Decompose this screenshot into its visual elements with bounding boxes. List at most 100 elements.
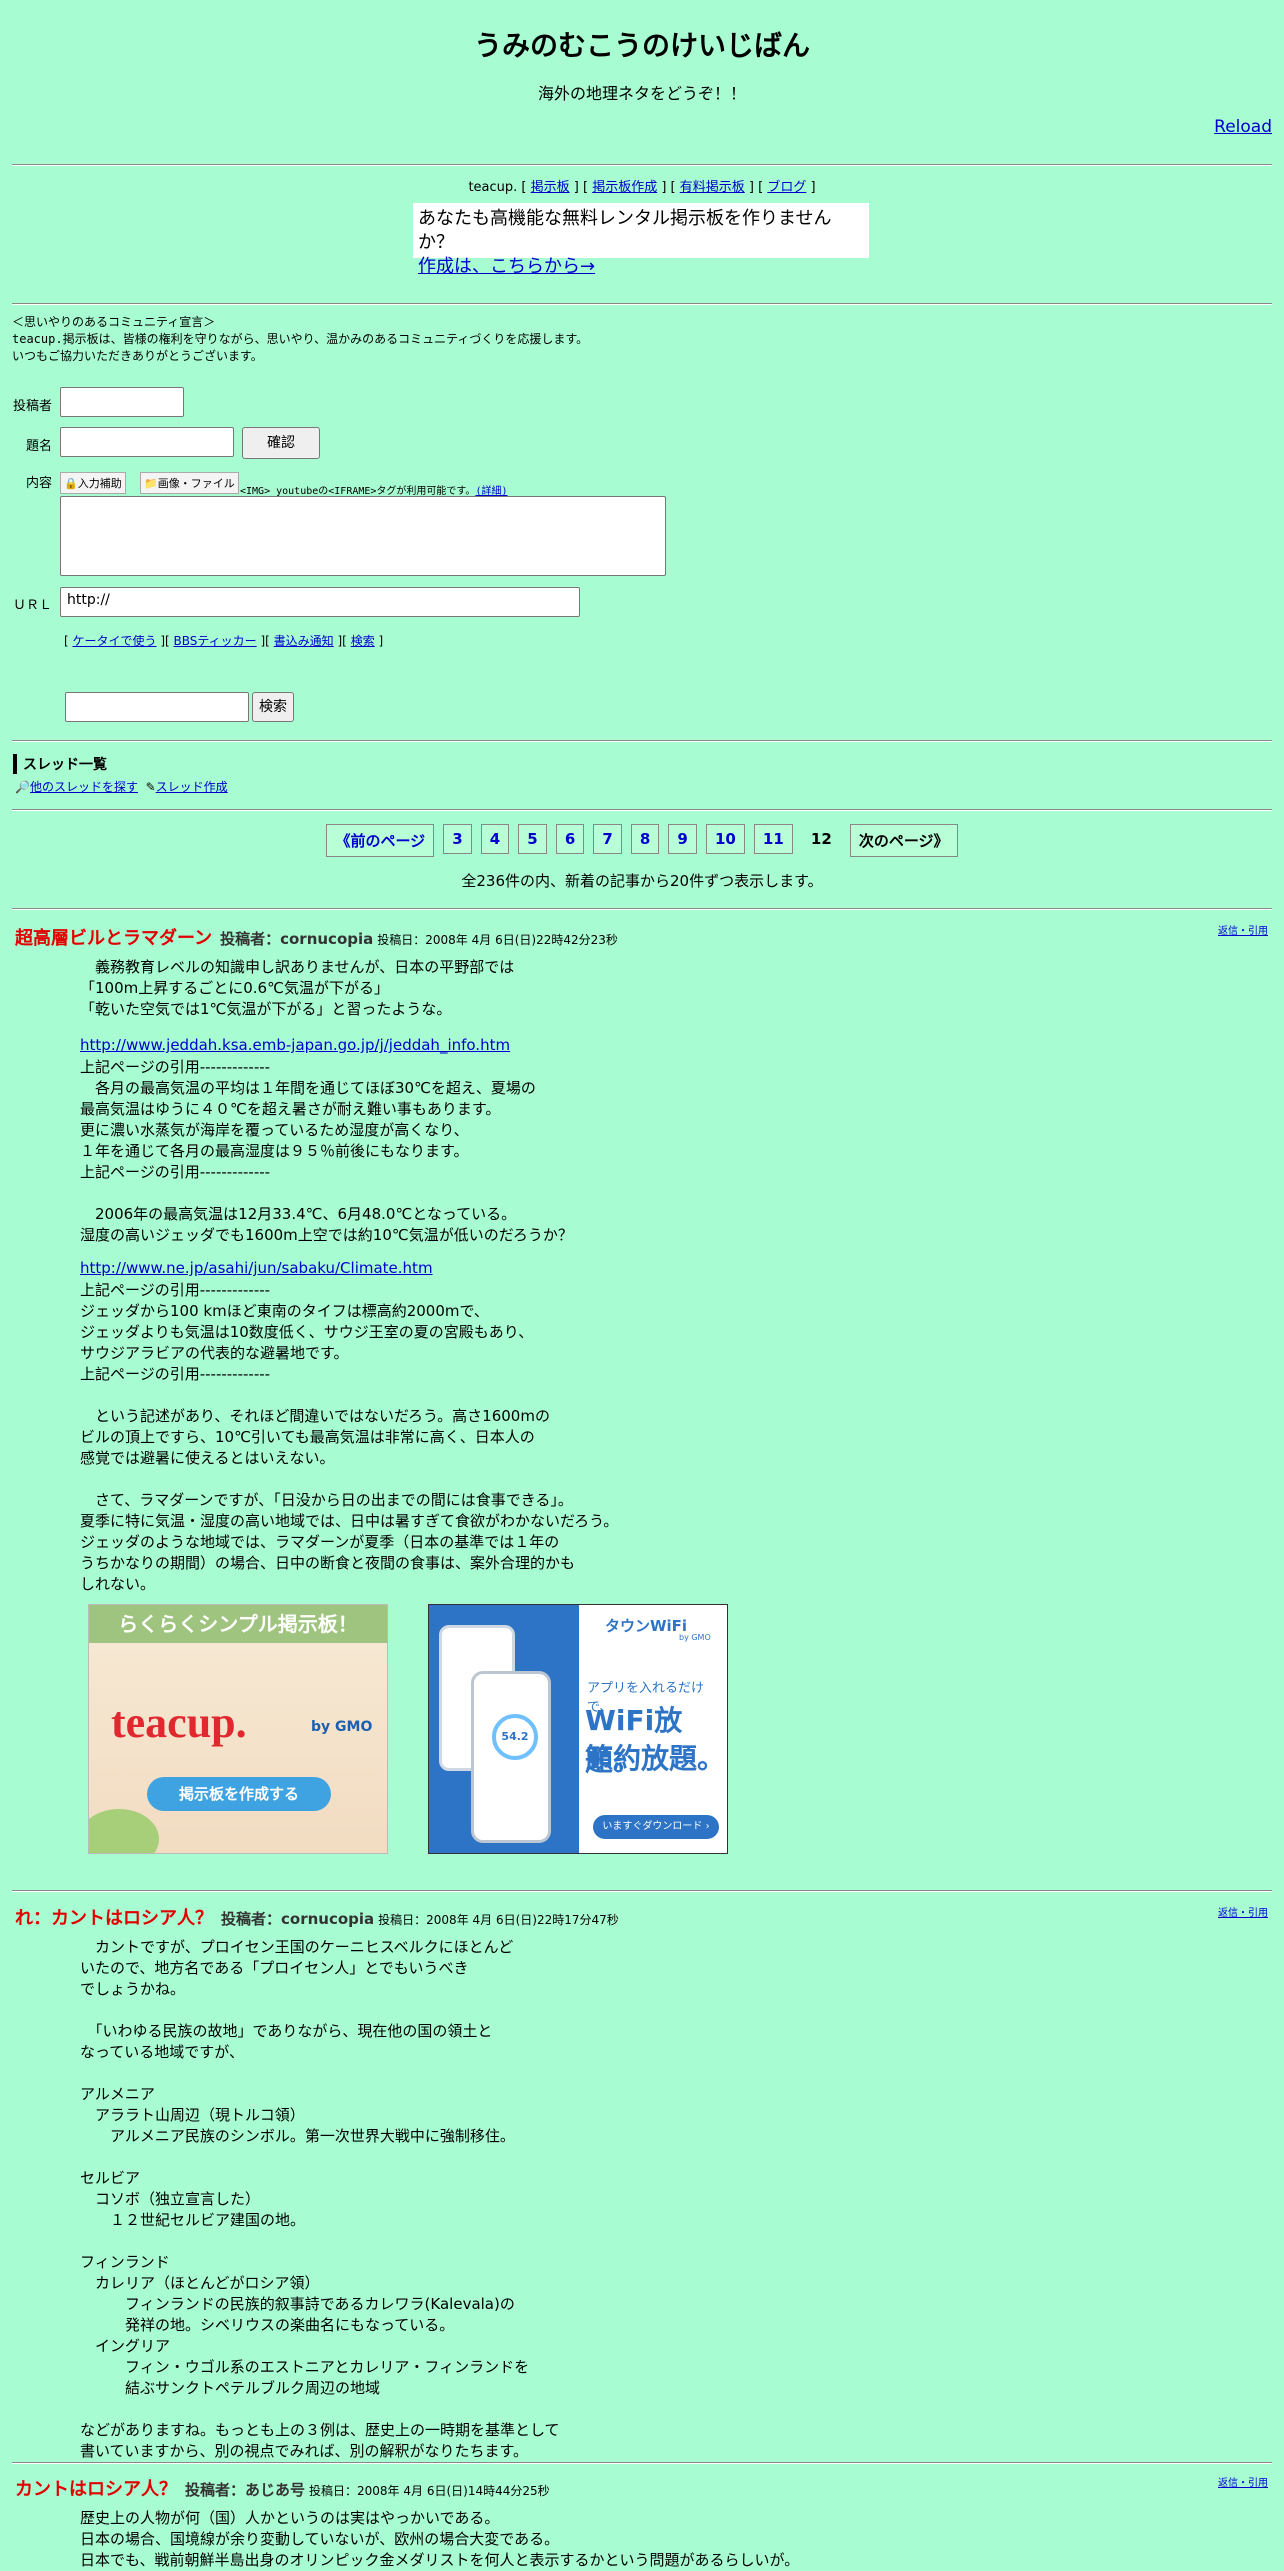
notify-link[interactable]: 書込み通知 — [274, 634, 334, 648]
ad-banner-title: らくらくシンプル掲示板！ — [89, 1605, 387, 1643]
post-date: 投稿日：2008年 4月 6日(日)22時42分23秒 — [377, 933, 618, 947]
wifi-screen-gauge: 54.2 — [492, 1714, 538, 1760]
search-button[interactable]: 検索 — [252, 692, 294, 722]
magnifier-icon: 🔎 — [15, 780, 30, 794]
top-nav-blog[interactable]: ブログ — [767, 180, 806, 195]
board-subtitle: 海外の地理ネタをどうぞ！！ — [537, 84, 746, 103]
phone-image-front: 54.2 — [471, 1671, 551, 1843]
post-author: 投稿者：cornucopia — [220, 930, 374, 948]
find-thread-link[interactable]: 他のスレッドを探す — [30, 780, 138, 794]
lock-icon: 🔒 — [64, 477, 78, 490]
page-button[interactable]: 10 — [705, 824, 745, 854]
wifi-line3: 節約放題。 — [585, 1742, 726, 1775]
prev-page-button[interactable]: 《前のページ — [326, 824, 435, 857]
ad-create-board-button: 掲示板を作成する — [147, 1777, 331, 1811]
promo-box: あなたも高機能な無料レンタル掲示板を作りませんか？ 作成は、こちらから→ — [413, 203, 869, 277]
divider — [12, 164, 1272, 166]
declaration-body: teacup.掲示板は、皆様の権利を守りながら、思いやり、温かみのあるコミュニテ… — [12, 332, 589, 346]
top-nav-paid-board[interactable]: 有料掲示板 — [680, 180, 745, 195]
pencil-icon: ✎ — [145, 780, 156, 794]
reply-link[interactable]: 返信・引用 — [1218, 922, 1268, 937]
mobile-link[interactable]: ケータイで使う — [73, 634, 157, 648]
reply-link[interactable]: 返信・引用 — [1218, 1904, 1268, 1919]
search-input[interactable] — [65, 692, 249, 722]
page-button[interactable]: 9 — [668, 824, 697, 854]
divider — [12, 303, 1272, 305]
page-button[interactable]: 11 — [753, 824, 793, 854]
page-button[interactable]: 5 — [518, 824, 547, 854]
townwifi-banner-ad[interactable]: タウンWiFi by GMO アプリを入れるだけで、 WiFi放題。 節約放題。… — [428, 1604, 728, 1854]
top-nav-create-board[interactable]: 掲示板作成 — [592, 180, 657, 195]
search-link[interactable]: 検索 — [351, 634, 375, 648]
tag-note: <IMG> youtubeの<IFRAME>タグが利用可能です。(詳細) — [240, 482, 507, 497]
teacup-logo-by: by GMO — [311, 1719, 373, 1735]
top-nav-prefix: teacup. [ — [468, 180, 527, 195]
input-assist-button[interactable]: 🔒入力補助 — [60, 472, 126, 494]
divider — [12, 809, 1272, 811]
post-date: 投稿日：2008年 4月 6日(日)14時44分25秒 — [309, 2484, 550, 2498]
ad-decoration — [89, 1809, 159, 1853]
post-link[interactable]: http://www.ne.jp/asahi/jun/sabaku/Climat… — [80, 1259, 433, 1277]
post-count-summary: 全236件の内、新着の記事から20件ずつ表示します。 — [461, 872, 823, 890]
pager: 《前のページ 3 4 5 6 7 8 9 10 11 12 次のページ》 — [0, 824, 1284, 857]
image-file-button[interactable]: 📁画像・ファイル — [140, 472, 239, 494]
thread-list-heading: スレッド一覧 — [13, 754, 107, 774]
input-assist-label: 入力補助 — [77, 477, 122, 490]
post-body: 歴史上の人物が何（国）人かというのは実はやっかいである。 日本の場合、国境線が余… — [80, 2509, 800, 2569]
post-header: 超高層ビルとラマダーン 投稿者：cornucopia 投稿日：2008年 4月 6日… — [15, 924, 618, 950]
url-label: ＵＲＬ — [12, 598, 52, 613]
page-button[interactable]: 4 — [480, 824, 510, 854]
page-button[interactable]: 6 — [555, 824, 585, 854]
poster-input[interactable] — [60, 387, 184, 417]
page-button[interactable]: 8 — [630, 824, 660, 854]
divider — [12, 908, 1272, 910]
declaration-title: ＜思いやりのあるコミュニティ宣言＞ — [12, 315, 216, 329]
top-nav-board[interactable]: 掲示板 — [531, 180, 570, 195]
form-links: [ ケータイで使う ][ BBSティッカー ][ 書込み通知 ][ 検索 ] — [64, 634, 384, 648]
board-title: うみのむこうのけいじばん — [473, 29, 810, 62]
ticker-link[interactable]: BBSティッカー — [174, 634, 257, 648]
page-button[interactable]: 3 — [443, 824, 472, 854]
content-label: 内容 — [25, 476, 52, 491]
confirm-button[interactable]: 確認 — [242, 427, 320, 459]
current-page: 12 — [810, 830, 832, 848]
post-body: 上記ページの引用------------- ジェッダから100 kmほど東南のタ… — [80, 1281, 619, 1593]
post-title: れ：カントはロシア人？ — [15, 1908, 213, 1929]
reload-link[interactable]: Reload — [1214, 117, 1272, 137]
subject-input[interactable] — [60, 427, 234, 457]
post-date: 投稿日：2008年 4月 6日(日)22時17分47秒 — [378, 1913, 619, 1927]
divider — [12, 740, 1272, 742]
reply-link[interactable]: 返信・引用 — [1218, 2474, 1268, 2489]
teacup-logo: teacup. — [111, 1698, 247, 1747]
post-link[interactable]: http://www.jeddah.ksa.emb-japan.go.jp/j/… — [80, 1036, 510, 1054]
teacup-banner-ad[interactable]: らくらくシンプル掲示板！ teacup. by GMO 掲示板を作成する — [88, 1604, 388, 1854]
create-thread-link[interactable]: スレッド作成 — [156, 780, 228, 794]
declaration-thanks: いつもご協力いただきありがとうございます。 — [12, 349, 263, 363]
wifi-brand: タウンWiFi — [605, 1617, 688, 1635]
post-body: 義務教育レベルの知識申し訳ありませんが、日本の平野部では 「100m上昇するごと… — [80, 958, 515, 1018]
divider — [12, 1890, 1272, 1892]
wifi-download-button: いますぐダウンロード › — [593, 1815, 719, 1839]
thread-links: 🔎他のスレッドを探す ✎スレッド作成 — [15, 778, 228, 795]
url-input[interactable]: http:// — [60, 587, 580, 617]
post-title: カントはロシア人？ — [15, 2479, 177, 2500]
wifi-brand-sub: by GMO — [679, 1633, 711, 1642]
post-body: 上記ページの引用------------- 各月の最高気温の平均は１年間を通じて… — [80, 1058, 573, 1244]
page-button[interactable]: 7 — [593, 824, 622, 854]
promo-text: あなたも高機能な無料レンタル掲示板を作りませんか？ — [418, 208, 832, 253]
post-author: 投稿者：あじあ号 — [185, 2481, 306, 2499]
community-declaration: ＜思いやりのあるコミュニティ宣言＞ teacup.掲示板は、皆様の権利を守りなが… — [12, 314, 588, 365]
image-file-label: 画像・ファイル — [157, 477, 235, 490]
top-nav: teacup. [ 掲示板 ] [ 掲示板作成 ] [ 有料掲示板 ] [ ブロ… — [468, 180, 816, 195]
post-header: れ：カントはロシア人？ 投稿者：cornucopia 投稿日：2008年 4月 6日… — [15, 1904, 619, 1930]
subject-label: 題名 — [25, 439, 52, 454]
post-body: カントですが、プロイセン王国のケーニヒスベルクにほとんど いたので、地方名である… — [80, 1938, 560, 2460]
content-textarea[interactable] — [60, 496, 666, 576]
next-page-button[interactable]: 次のページ》 — [849, 824, 958, 857]
divider — [12, 2462, 1272, 2464]
post-header: カントはロシア人？ 投稿者：あじあ号 投稿日：2008年 4月 6日(日)14時44… — [15, 2475, 550, 2501]
post-title: 超高層ビルとラマダーン — [15, 928, 213, 949]
promo-link[interactable]: 作成は、こちらから→ — [418, 256, 595, 277]
folder-icon: 📁 — [144, 477, 158, 490]
post-author: 投稿者：cornucopia — [221, 1910, 375, 1928]
